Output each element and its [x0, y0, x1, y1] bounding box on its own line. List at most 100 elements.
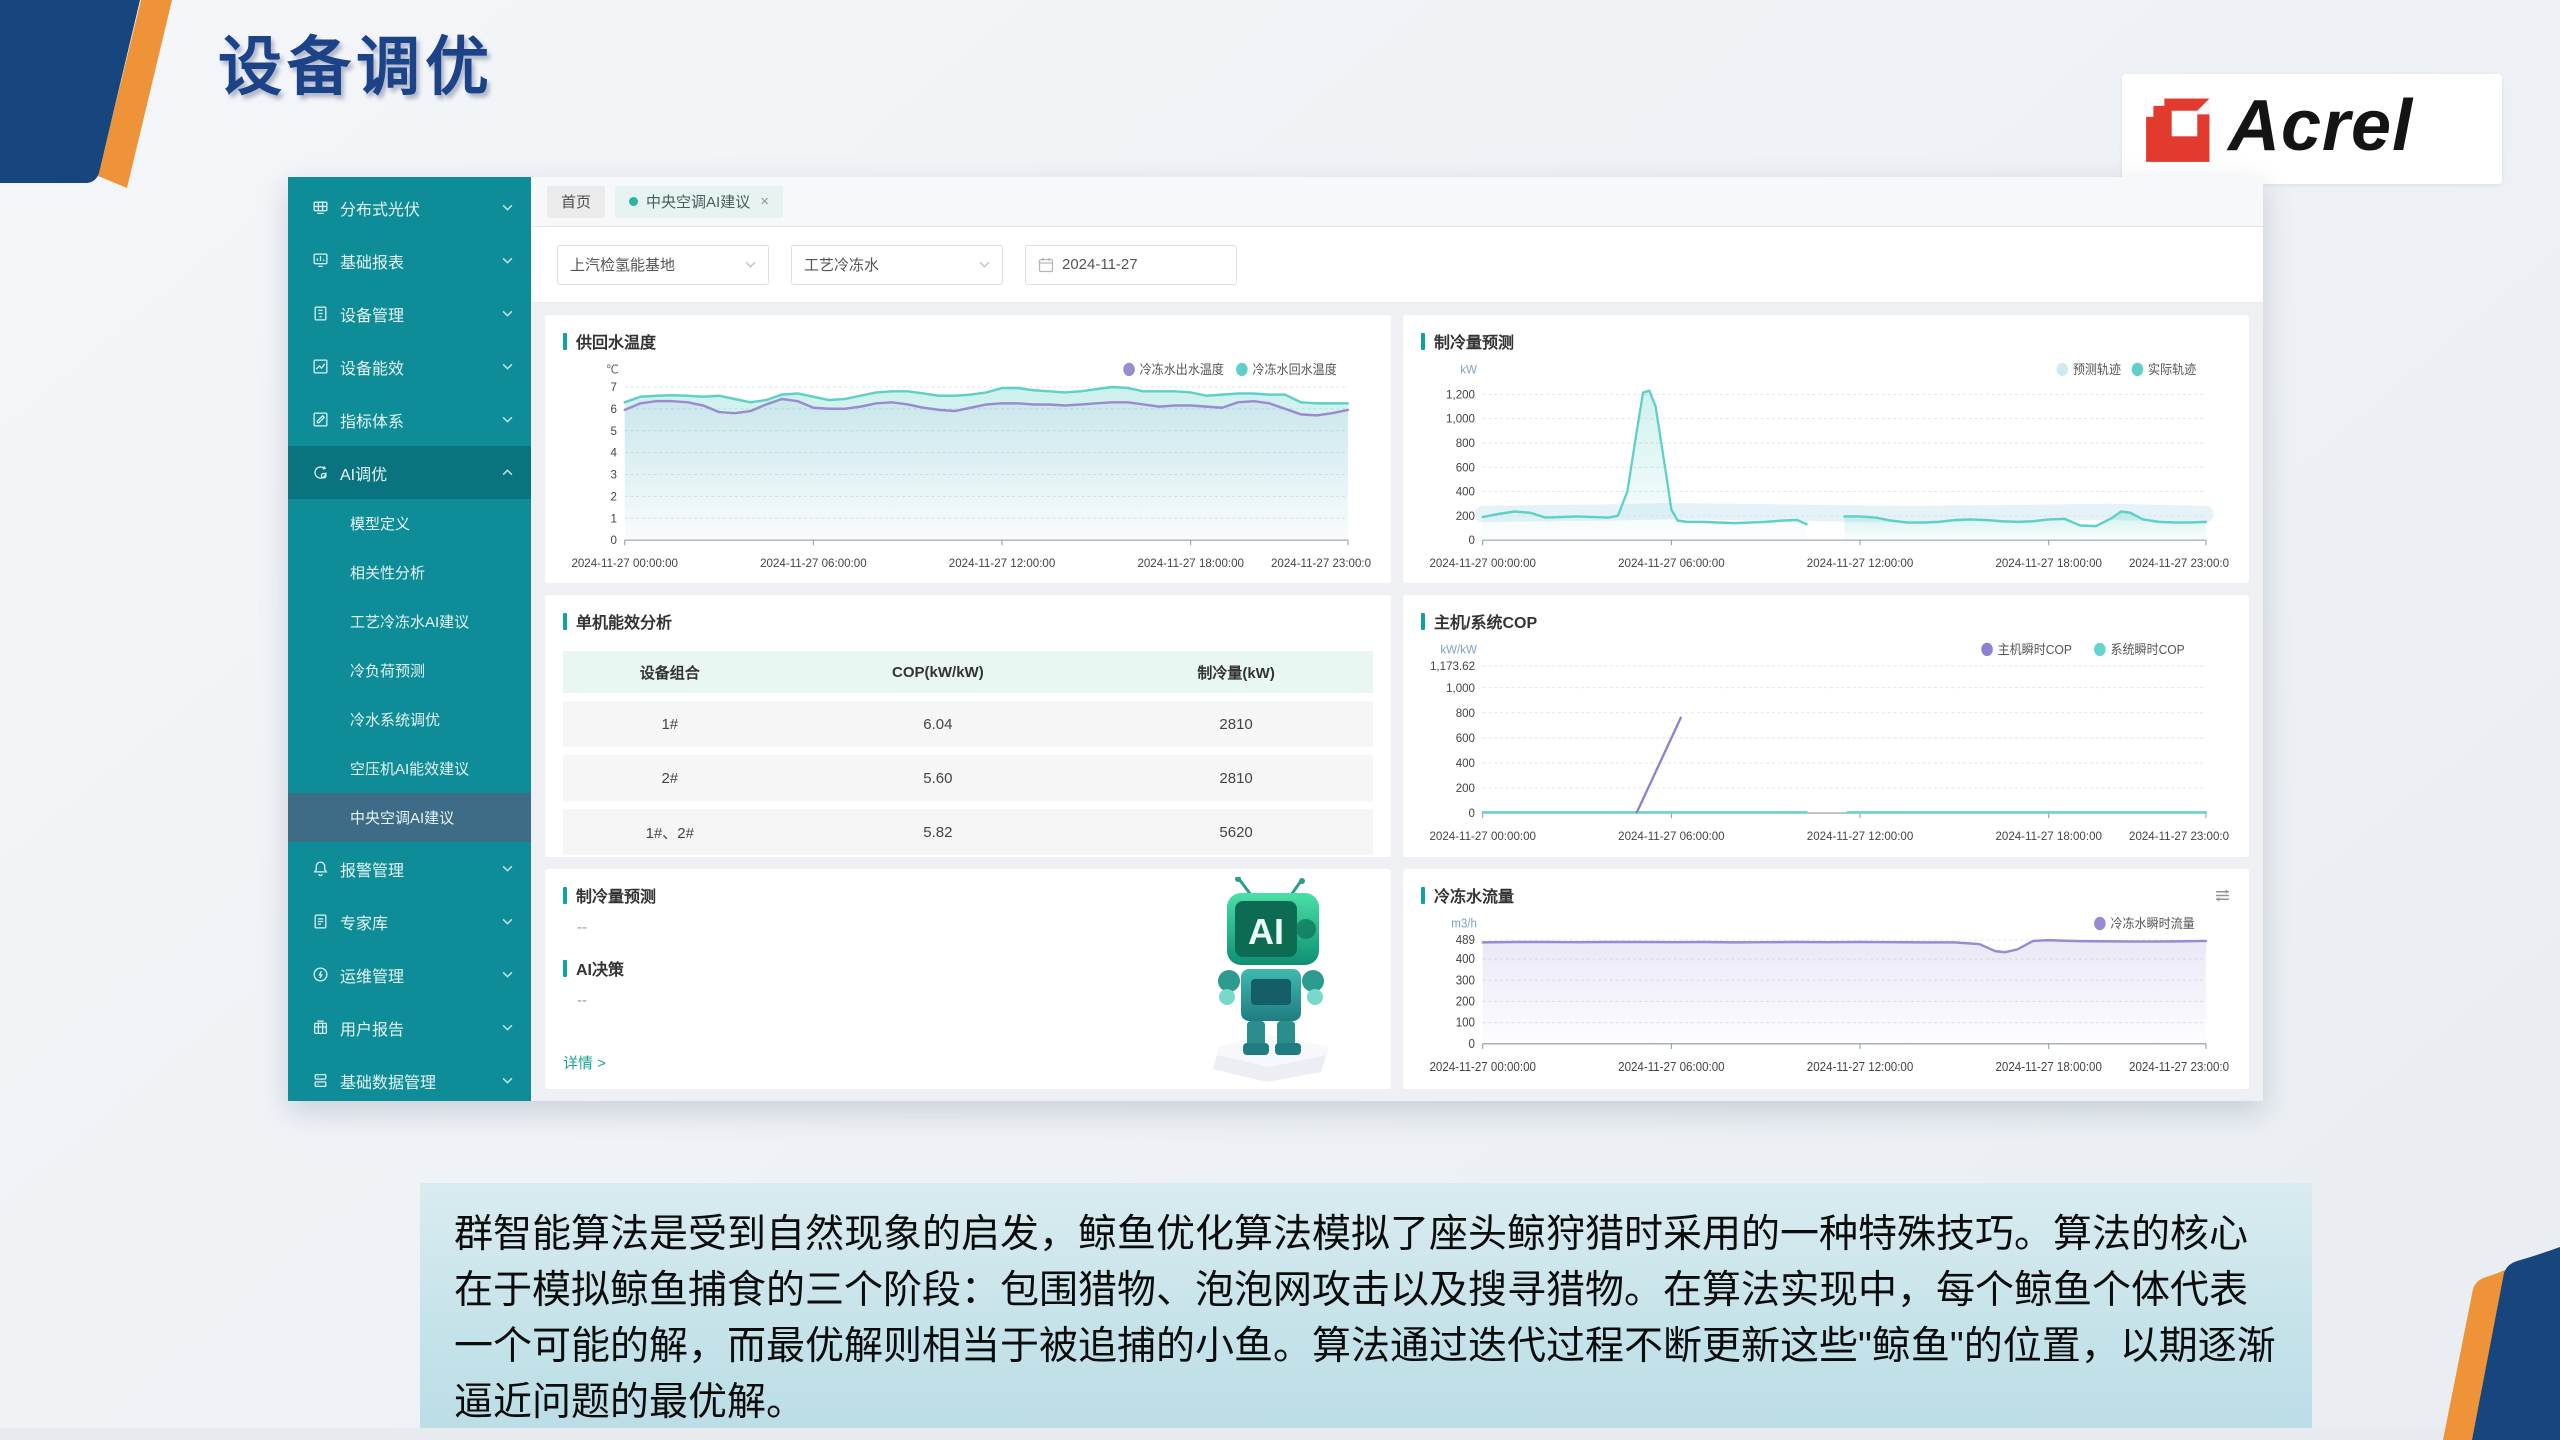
sidebar-item-1[interactable]: 基础报表 — [288, 234, 531, 287]
date-picker[interactable]: 2024-11-27 — [1025, 245, 1237, 285]
flow-chart: 0100200300400489m3/h2024-11-27 00:00:002… — [1421, 909, 2231, 1077]
detail-link[interactable]: 详情 > — [563, 1052, 606, 1073]
chevron-down-icon — [502, 865, 513, 872]
table-cell: 5.60 — [777, 755, 1100, 801]
svg-text:2024-11-27 18:00:00: 2024-11-27 18:00:00 — [1995, 828, 2102, 842]
system-select[interactable]: 工艺冷冻水 — [791, 245, 1003, 285]
title-accent-bar — [563, 613, 567, 630]
temp-chart-svg: 01234567℃2024-11-27 00:00:002024-11-27 0… — [563, 355, 1373, 573]
svg-text:0: 0 — [1469, 806, 1476, 820]
dashboard: 分布式光伏基础报表设备管理设备能效指标体系AI调优模型定义相关性分析工艺冷冻水A… — [288, 177, 2263, 1101]
efficiency-icon — [312, 358, 329, 375]
svg-text:2024-11-27 06:00:00: 2024-11-27 06:00:00 — [760, 555, 867, 569]
chevron-down-icon — [502, 310, 513, 317]
sidebar-item-13[interactable]: 报警管理 — [288, 842, 531, 895]
sidebar-item-8[interactable]: 工艺冷冻水AI建议 — [288, 597, 531, 646]
panel-ai-decision: 制冷量预测 -- AI决策 -- 详情 > — [545, 869, 1391, 1089]
chevron-down-icon — [745, 261, 756, 268]
svg-text:0: 0 — [1469, 533, 1476, 547]
sidebar-item-3[interactable]: 设备能效 — [288, 340, 531, 393]
active-tab-dot — [629, 197, 638, 206]
chart-settings-icon[interactable] — [2214, 887, 2231, 904]
date-picker-value: 2024-11-27 — [1062, 256, 1224, 273]
pred-chart-svg: 02004006008001,0001,200kW2024-11-27 00:0… — [1421, 355, 2231, 573]
cop-chart-svg: 02004006008001,0001,173.62kW/kW2024-11-2… — [1421, 635, 2231, 846]
table-cell: 2810 — [1099, 755, 1373, 801]
sidebar-item-9[interactable]: 冷负荷预测 — [288, 646, 531, 695]
svg-text:2024-11-27 23:00:0: 2024-11-27 23:00:0 — [2129, 1059, 2229, 1073]
sidebar-item-label: 分布式光伏 — [340, 196, 502, 220]
panel-title: 主机/系统COP — [1434, 609, 1537, 633]
svg-text:200: 200 — [1456, 781, 1476, 795]
sidebar-item-label: 空压机AI能效建议 — [350, 758, 513, 779]
tab-label: 中央空调AI建议 — [646, 191, 750, 212]
svg-text:5: 5 — [611, 423, 618, 437]
panel-chilled-water-flow: 冷冻水流量 0100200300400489m3/h2024-11-27 00:… — [1403, 869, 2249, 1089]
cooling-forecast-chart: 02004006008001,0001,200kW2024-11-27 00:0… — [1421, 355, 2231, 573]
svg-text:℃: ℃ — [606, 362, 619, 376]
acrel-logo-icon — [2140, 90, 2218, 168]
expert-icon — [312, 913, 329, 930]
sidebar-item-4[interactable]: 指标体系 — [288, 393, 531, 446]
chevron-down-icon — [502, 416, 513, 423]
svg-text:2024-11-27 06:00:00: 2024-11-27 06:00:00 — [1618, 828, 1725, 842]
page-title: 设备调优 — [218, 16, 494, 108]
calendar-icon — [1038, 257, 1054, 273]
table-cell: 1#、2# — [563, 809, 777, 855]
sidebar-item-0[interactable]: 分布式光伏 — [288, 181, 531, 234]
sidebar-item-17[interactable]: 基础数据管理 — [288, 1054, 531, 1101]
ai-robot-illustration: AI — [1189, 877, 1349, 1082]
svg-text:0: 0 — [1469, 1037, 1476, 1051]
svg-text:400: 400 — [1456, 756, 1476, 770]
table-row: 2#5.602810 — [563, 755, 1373, 801]
sidebar-item-10[interactable]: 冷水系统调优 — [288, 695, 531, 744]
title-accent-bar — [1421, 333, 1425, 350]
sidebar-item-12[interactable]: 中央空调AI建议 — [288, 793, 531, 842]
sidebar-item-label: 工艺冷冻水AI建议 — [350, 611, 513, 632]
svg-text:1: 1 — [611, 511, 618, 525]
sidebar-item-16[interactable]: 用户报告 — [288, 1001, 531, 1054]
sidebar-item-7[interactable]: 相关性分析 — [288, 548, 531, 597]
svg-text:400: 400 — [1456, 484, 1476, 498]
sidebar-item-label: 模型定义 — [350, 513, 513, 534]
svg-text:2024-11-27 23:00:0: 2024-11-27 23:00:0 — [2129, 555, 2229, 569]
svg-text:0: 0 — [611, 533, 618, 547]
sidebar-item-label: 相关性分析 — [350, 562, 513, 583]
svg-text:2024-11-27 18:00:00: 2024-11-27 18:00:00 — [1995, 555, 2102, 569]
svg-text:1,000: 1,000 — [1446, 680, 1475, 694]
svg-text:800: 800 — [1456, 436, 1476, 450]
tab-label: 首页 — [561, 191, 591, 212]
sidebar-item-2[interactable]: 设备管理 — [288, 287, 531, 340]
algorithm-description: 群智能算法是受到自然现象的启发，鲸鱼优化算法模拟了座头鲸狩猎时采用的一种特殊技巧… — [420, 1183, 2312, 1440]
tab-1[interactable]: 中央空调AI建议 × — [615, 186, 783, 218]
title-accent-bar — [1421, 613, 1425, 630]
sidebar-item-label: 中央空调AI建议 — [350, 807, 513, 828]
close-icon[interactable]: × — [760, 193, 769, 210]
sidebar-item-6[interactable]: 模型定义 — [288, 499, 531, 548]
sidebar-item-label: 基础数据管理 — [340, 1069, 502, 1093]
sidebar-item-15[interactable]: 运维管理 — [288, 948, 531, 1001]
chevron-up-icon — [502, 469, 513, 476]
table-header: COP(kW/kW) — [777, 651, 1100, 693]
chevron-down-icon — [502, 257, 513, 264]
sidebar-item-label: 冷水系统调优 — [350, 709, 513, 730]
site-select[interactable]: 上汽检氢能基地 — [557, 245, 769, 285]
table-cell: 5620 — [1099, 809, 1373, 855]
svg-text:2024-11-27 00:00:00: 2024-11-27 00:00:00 — [1429, 1059, 1536, 1073]
table-row: 1#6.042810 — [563, 701, 1373, 747]
sidebar-item-14[interactable]: 专家库 — [288, 895, 531, 948]
sidebar-item-11[interactable]: 空压机AI能效建议 — [288, 744, 531, 793]
table-header: 制冷量(kW) — [1099, 651, 1373, 693]
chevron-down-icon — [502, 1077, 513, 1084]
tab-0[interactable]: 首页 — [547, 186, 605, 218]
sidebar-item-label: 指标体系 — [340, 408, 502, 432]
svg-text:2024-11-27 12:00:00: 2024-11-27 12:00:00 — [949, 555, 1056, 569]
sidebar-item-label: 设备管理 — [340, 302, 502, 326]
table-cell: 2810 — [1099, 701, 1373, 747]
sidebar-item-5[interactable]: AI调优 — [288, 446, 531, 499]
svg-text:2024-11-27 06:00:00: 2024-11-27 06:00:00 — [1618, 555, 1725, 569]
svg-text:2024-11-27 12:00:00: 2024-11-27 12:00:00 — [1807, 555, 1914, 569]
chevron-down-icon — [502, 918, 513, 925]
chevron-down-icon — [502, 204, 513, 211]
svg-text:实际轨迹: 实际轨迹 — [2148, 362, 2196, 377]
